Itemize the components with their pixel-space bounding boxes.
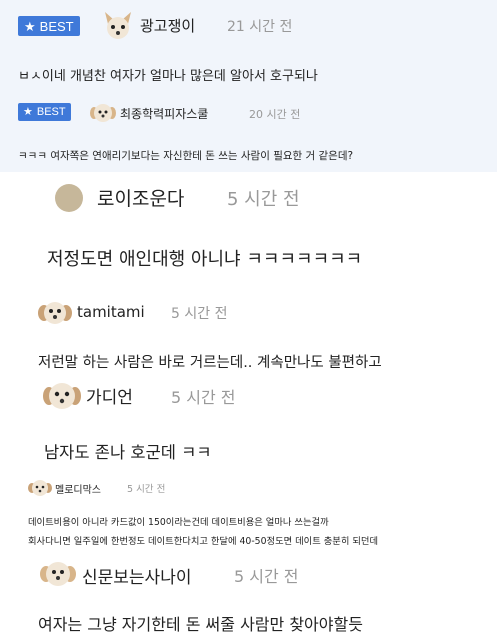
comment-text: ㅂㅅ이네 개념찬 여자가 얼마나 많은데 알아서 호구되나: [18, 69, 318, 84]
best-badge: ★ BEST: [18, 103, 71, 121]
comment-author[interactable]: 광고쟁이: [140, 15, 195, 36]
comment-time: 5 시간 전: [227, 189, 300, 210]
dog-avatar-icon[interactable]: [28, 480, 52, 496]
comment-text-line: 회사다니면 일주일에 한번정도 데이트한다치고 한달에 40-50정도면 데이트…: [28, 536, 379, 547]
comment-time: 21 시간 전: [227, 19, 293, 35]
comment-text-line: 데이트비용이 아니라 카드값이 150이라는건데 데이트비용은 얼마나 쓰는걸까: [28, 517, 329, 528]
comment-author[interactable]: 로이조운다: [97, 184, 184, 211]
comment-text: 여자는 그냥 자기한테 돈 써줄 사람만 찾아야할듯: [38, 615, 363, 634]
best-badge-label: BEST: [39, 18, 74, 34]
comment-time: 5 시간 전: [171, 388, 236, 407]
comment-author[interactable]: tamitami: [77, 303, 145, 321]
star-icon: ★: [23, 105, 33, 118]
comment-text: 저런말 하는 사람은 바로 거르는데.. 계속만나도 불편하고: [38, 355, 382, 371]
dog-avatar-icon[interactable]: [40, 561, 76, 587]
comment-author[interactable]: 신문보는사나이: [82, 563, 191, 588]
best-badge-label: BEST: [36, 106, 66, 118]
comment-time: 5 시간 전: [127, 484, 166, 495]
dog-avatar-icon[interactable]: [90, 103, 116, 123]
comment-text: 저정도면 애인대행 아니냐 ㅋㅋㅋㅋㅋㅋㅋ: [47, 249, 363, 270]
comment-time: 5 시간 전: [171, 306, 228, 322]
comment-text: ㅋㅋㅋ 여자쪽은 연애리기보다는 자신한테 돈 쓰는 사람이 필요한 거 같은데…: [18, 150, 354, 162]
comment-time: 20 시간 전: [249, 108, 301, 121]
best-badge: ★ BEST: [18, 16, 80, 36]
comment-text: 남자도 존나 호군데 ㅋㅋ: [44, 443, 212, 462]
star-icon: ★: [24, 18, 36, 34]
dog-avatar-icon[interactable]: [43, 381, 81, 411]
dog-avatar-icon[interactable]: [38, 300, 72, 326]
comment-author[interactable]: 멜로디막스: [55, 481, 101, 496]
user-avatar[interactable]: [55, 184, 83, 212]
comment-author[interactable]: 가디언: [86, 383, 133, 408]
comment-author[interactable]: 최종학력피자스쿨: [120, 105, 208, 122]
comment-time: 5 시간 전: [234, 567, 299, 586]
dog-avatar-icon[interactable]: [102, 10, 134, 42]
